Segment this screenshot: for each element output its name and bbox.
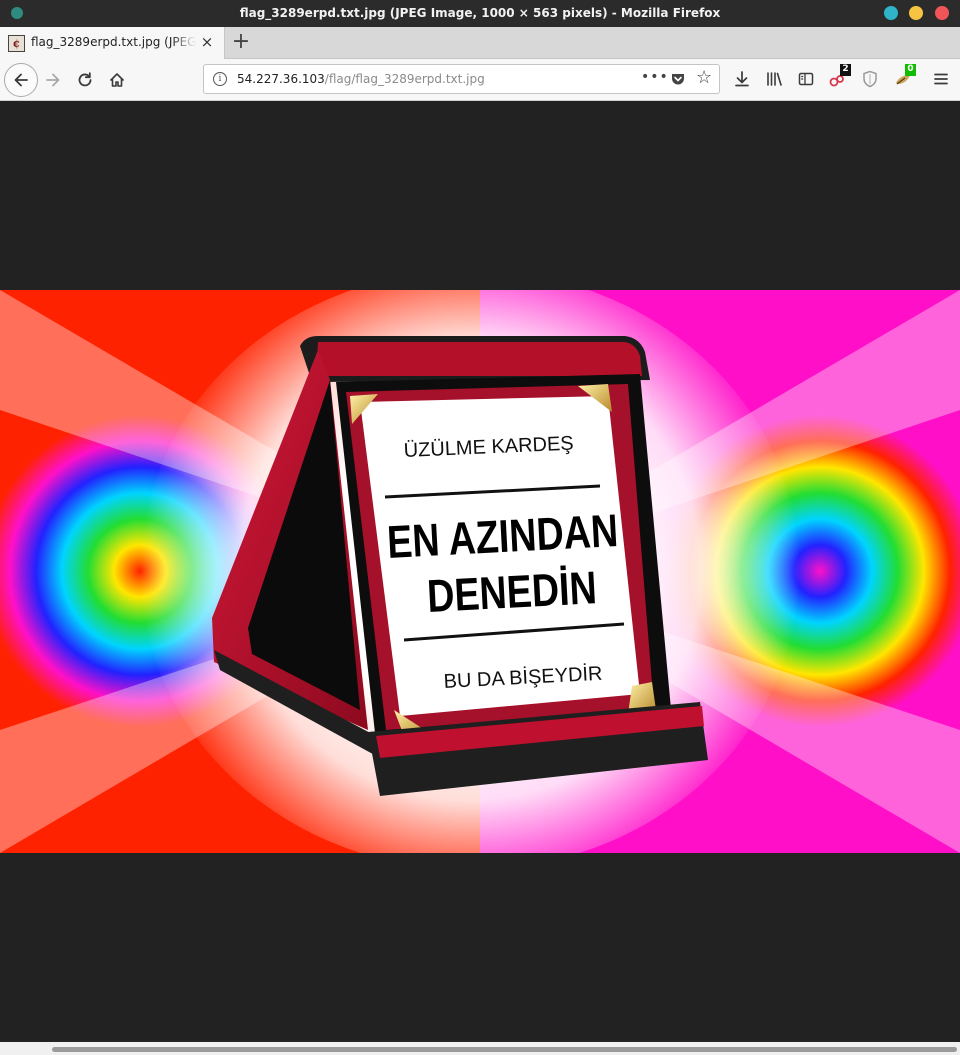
maximize-button[interactable] xyxy=(909,6,923,20)
close-window-button[interactable] xyxy=(935,6,949,20)
content-viewport: ÜZÜLME KARDEŞ EN AZINDAN DENEDİN BU DA B… xyxy=(0,101,960,1042)
psychedelic-background: ÜZÜLME KARDEŞ EN AZINDAN DENEDİN BU DA B… xyxy=(0,290,960,853)
forward-icon xyxy=(46,73,60,87)
forward-button[interactable] xyxy=(38,65,68,95)
navigation-toolbar: i 54.227.36.103/flag/flag_3289erpd.txt.j… xyxy=(0,59,960,101)
reload-button[interactable] xyxy=(70,65,100,95)
url-path: /flag/flag_3289erpd.txt.jpg xyxy=(324,72,485,86)
reload-icon xyxy=(78,72,92,87)
back-icon xyxy=(14,73,28,87)
home-button[interactable] xyxy=(102,65,132,95)
menu-button[interactable] xyxy=(931,69,951,89)
page-actions-button[interactable]: ••• xyxy=(641,69,669,85)
new-tab-button[interactable]: + xyxy=(229,29,253,55)
tab-strip: ¢ flag_3289erpd.txt.jpg (JPEG Image, 100… xyxy=(0,27,960,59)
window-title: flag_3289erpd.txt.jpg (JPEG Image, 1000 … xyxy=(239,6,721,20)
addon-badge: 0 xyxy=(905,64,916,76)
sidebar-icon xyxy=(798,72,814,86)
pocket-icon[interactable] xyxy=(670,71,686,87)
library-button[interactable] xyxy=(764,69,784,89)
window-titlebar: flag_3289erpd.txt.jpg (JPEG Image, 1000 … xyxy=(0,0,960,27)
tab-close-button[interactable]: × xyxy=(198,33,216,51)
library-icon xyxy=(767,72,782,86)
url-text[interactable]: 54.227.36.103/flag/flag_3289erpd.txt.jpg xyxy=(237,72,485,86)
url-host: 54.227.36.103 xyxy=(237,72,325,86)
tab-title: flag_3289erpd.txt.jpg (JPEG Image, 1000 … xyxy=(31,35,196,49)
extension-button-a[interactable]: 2 xyxy=(828,64,851,89)
tab-favicon-icon: ¢ xyxy=(8,35,25,52)
download-icon xyxy=(735,71,749,87)
url-bar[interactable]: i 54.227.36.103/flag/flag_3289erpd.txt.j… xyxy=(203,64,720,94)
sidebar-button[interactable] xyxy=(796,69,816,89)
minimize-button[interactable] xyxy=(884,6,898,20)
horizontal-scrollbar[interactable] xyxy=(0,1042,960,1055)
displayed-image[interactable]: ÜZÜLME KARDEŞ EN AZINDAN DENEDİN BU DA B… xyxy=(0,290,960,853)
extension-badge-a: 2 xyxy=(840,64,851,76)
home-icon xyxy=(109,73,125,87)
bookmark-star-icon[interactable]: ☆ xyxy=(696,69,712,87)
shield-button[interactable] xyxy=(860,69,880,89)
info-icon[interactable]: i xyxy=(213,72,227,86)
addon-button[interactable]: 0 xyxy=(893,64,916,89)
shield-icon xyxy=(863,70,877,88)
tab-active[interactable]: ¢ flag_3289erpd.txt.jpg (JPEG Image, 100… xyxy=(0,27,225,59)
plaque-headline-2: DENEDİN xyxy=(426,562,598,622)
download-button[interactable] xyxy=(732,69,752,89)
scrollbar-thumb[interactable] xyxy=(52,1047,957,1052)
menu-icon xyxy=(934,73,948,85)
back-button[interactable] xyxy=(4,63,38,97)
